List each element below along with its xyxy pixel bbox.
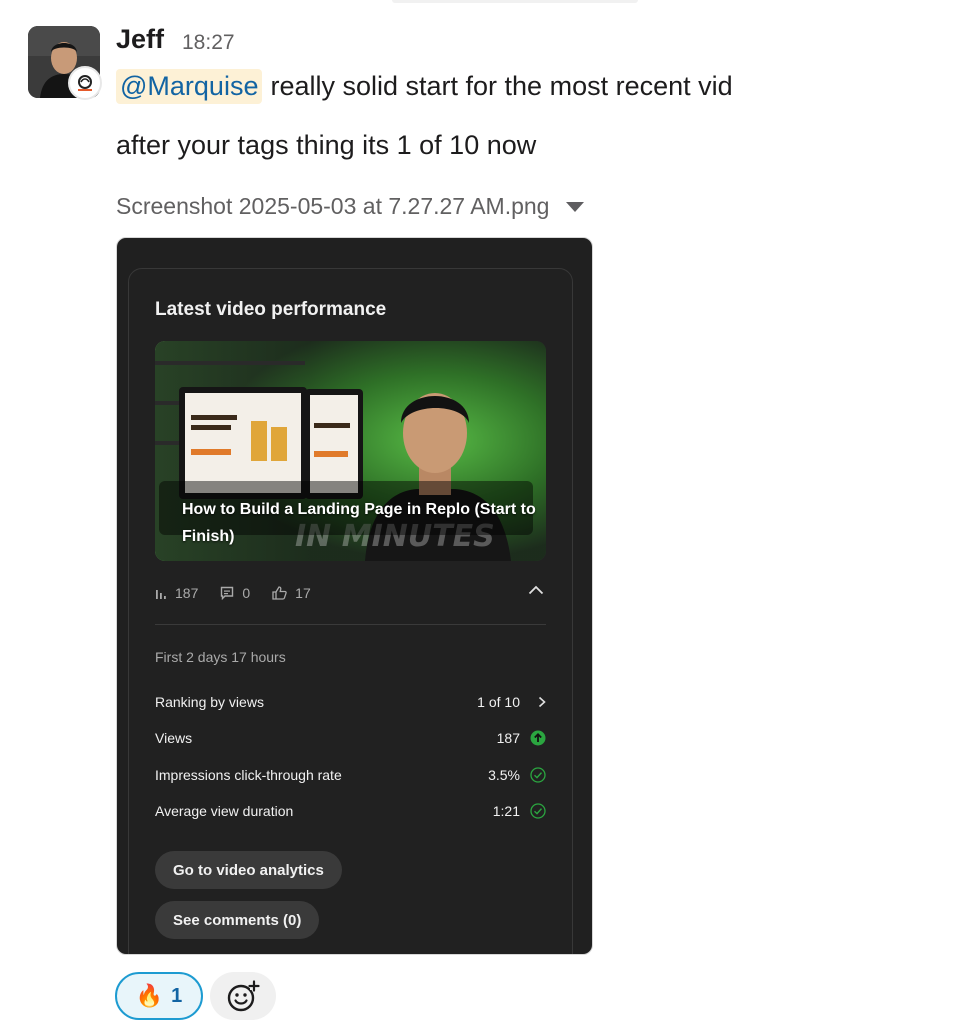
message-text-2: after your tags thing its 1 of 10 now bbox=[116, 130, 537, 160]
card-title: Latest video performance bbox=[155, 299, 387, 320]
metric-row-avg-view-duration: Average view duration 1:21 bbox=[155, 799, 546, 823]
views-stat: 187 bbox=[155, 585, 198, 601]
period-label: First 2 days 17 hours bbox=[155, 649, 286, 665]
fire-emoji-icon: 🔥 bbox=[135, 983, 164, 1008]
chevron-right-icon[interactable] bbox=[520, 696, 546, 708]
attachment-image[interactable]: Latest video performance IN MINUTES How … bbox=[116, 237, 593, 955]
arrow-up-circle-icon bbox=[520, 730, 546, 746]
thumbs-up-icon bbox=[272, 586, 287, 600]
user-mention[interactable]: @Marquise bbox=[116, 68, 263, 104]
scroll-edge bbox=[392, 0, 638, 3]
comment-icon bbox=[221, 586, 234, 600]
metric-row-ranking[interactable]: Ranking by views 1 of 10 bbox=[155, 690, 546, 714]
video-stats-row: 187 0 17 bbox=[155, 582, 546, 604]
message-line-1: @Marquise really solid start for the mos… bbox=[116, 66, 733, 106]
metric-label: Ranking by views bbox=[155, 694, 264, 710]
check-circle-icon bbox=[520, 803, 546, 819]
metric-row-views: Views 187 bbox=[155, 726, 546, 750]
metric-value: 1:21 bbox=[492, 803, 520, 819]
workspace-badge-icon bbox=[68, 66, 102, 100]
collapse-chevron-up-icon[interactable] bbox=[528, 582, 544, 598]
see-comments-button[interactable]: See comments (0) bbox=[155, 901, 320, 939]
views-count: 187 bbox=[175, 585, 199, 601]
metric-value: 1 of 10 bbox=[477, 694, 520, 710]
card-divider bbox=[155, 624, 546, 625]
attachment-filename[interactable]: Screenshot 2025-05-03 at 7.27.27 AM.png bbox=[116, 193, 549, 220]
comments-count: 0 bbox=[242, 585, 251, 601]
reaction-fire[interactable]: 🔥 1 bbox=[115, 972, 203, 1020]
add-reaction-button[interactable] bbox=[210, 972, 276, 1020]
message-text-1: really solid start for the most recent v… bbox=[270, 70, 733, 101]
check-circle-icon bbox=[520, 767, 546, 783]
metric-label: Views bbox=[155, 730, 193, 746]
go-to-video-analytics-button[interactable]: Go to video analytics bbox=[155, 851, 342, 889]
reaction-count: 1 bbox=[171, 984, 183, 1007]
likes-stat: 17 bbox=[272, 585, 311, 601]
video-title[interactable]: How to Build a Landing Page in Replo (St… bbox=[182, 496, 537, 550]
metric-row-ctr: Impressions click-through rate 3.5% bbox=[155, 763, 546, 787]
metric-value: 3.5% bbox=[488, 767, 520, 783]
attachment-menu-caret-icon[interactable] bbox=[565, 200, 585, 214]
metric-value: 187 bbox=[496, 730, 520, 746]
attachment-header: Screenshot 2025-05-03 at 7.27.27 AM.png bbox=[116, 193, 585, 220]
bar-chart-icon bbox=[156, 590, 166, 599]
comments-stat: 0 bbox=[220, 585, 250, 601]
likes-count: 17 bbox=[295, 585, 311, 601]
sender-name[interactable]: Jeff bbox=[116, 24, 164, 55]
message-timestamp[interactable]: 18:27 bbox=[182, 31, 235, 55]
metric-label: Average view duration bbox=[155, 803, 294, 819]
add-emoji-icon bbox=[227, 980, 260, 1012]
metric-label: Impressions click-through rate bbox=[155, 767, 342, 783]
video-thumbnail[interactable]: IN MINUTES How to Build a Landing Page i… bbox=[155, 341, 546, 561]
